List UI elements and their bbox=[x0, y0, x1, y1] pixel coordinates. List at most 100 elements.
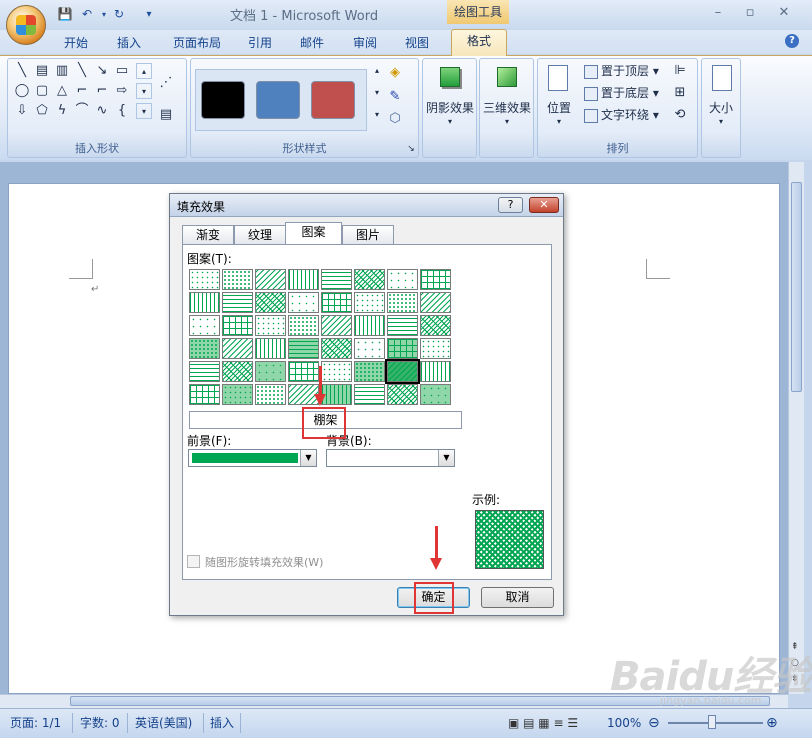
bring-to-front-button[interactable]: 置于顶层 bbox=[601, 64, 649, 78]
tab-picture[interactable]: 图片 bbox=[342, 225, 394, 244]
scroll-up-icon[interactable]: ▴ bbox=[136, 63, 152, 79]
pattern-swatch[interactable] bbox=[255, 315, 286, 336]
cancel-button[interactable]: 取消 bbox=[481, 587, 554, 608]
tab-pattern[interactable]: 图案 bbox=[285, 222, 342, 244]
pattern-swatch[interactable] bbox=[420, 292, 451, 313]
pattern-swatch[interactable] bbox=[255, 269, 286, 290]
position-dropdown-icon[interactable]: ▾ bbox=[540, 117, 578, 126]
pattern-swatch[interactable] bbox=[420, 269, 451, 290]
rounded-rect-icon[interactable]: ▢ bbox=[34, 83, 50, 99]
pattern-swatch[interactable] bbox=[255, 338, 286, 359]
brace-icon[interactable]: { bbox=[114, 103, 130, 119]
redo-icon[interactable]: ↻ bbox=[110, 5, 128, 23]
shape-outline-icon[interactable]: ✎ bbox=[387, 89, 403, 105]
pattern-swatch[interactable] bbox=[354, 269, 385, 290]
pattern-swatch[interactable] bbox=[222, 269, 253, 290]
pattern-swatch[interactable] bbox=[255, 384, 286, 405]
view-buttons[interactable]: ▣ ▤ ▦ ≡ ☰ bbox=[508, 714, 598, 732]
tab-page-layout[interactable]: 页面布局 bbox=[165, 32, 229, 54]
size-dropdown-icon[interactable]: ▾ bbox=[702, 117, 740, 126]
pattern-swatch[interactable] bbox=[288, 269, 319, 290]
pattern-swatch[interactable] bbox=[354, 361, 385, 382]
rotate-checkbox[interactable] bbox=[187, 555, 200, 568]
pattern-swatch[interactable] bbox=[222, 361, 253, 382]
curve-icon[interactable]: ⌒ bbox=[74, 103, 90, 119]
pattern-swatch[interactable] bbox=[222, 315, 253, 336]
3d-effects-button[interactable]: 三维效果 bbox=[482, 99, 532, 116]
undo-icon[interactable]: ↶ bbox=[78, 5, 96, 23]
tab-insert[interactable]: 插入 bbox=[109, 32, 149, 54]
3d-dropdown-icon[interactable]: ▾ bbox=[482, 117, 532, 126]
pattern-swatch[interactable] bbox=[189, 361, 220, 382]
pattern-swatch[interactable] bbox=[189, 384, 220, 405]
pattern-swatch[interactable] bbox=[354, 315, 385, 336]
change-shape-icon[interactable]: ⬡ bbox=[387, 111, 403, 127]
zoom-out-icon[interactable]: ⊖ bbox=[648, 714, 660, 732]
customize-qat-icon[interactable]: ▾ bbox=[140, 5, 158, 23]
gallery-more-icon[interactable]: ▾ bbox=[369, 107, 385, 123]
gallery-down-icon[interactable]: ▾ bbox=[369, 85, 385, 101]
pattern-swatch[interactable] bbox=[288, 361, 319, 382]
elbow-arrow-icon[interactable]: ⌐ bbox=[94, 83, 110, 99]
pattern-swatch[interactable] bbox=[420, 338, 451, 359]
vertical-textbox-icon[interactable]: ▥ bbox=[54, 63, 70, 79]
group-icon[interactable]: ⊞ bbox=[672, 85, 688, 101]
text-wrap-button[interactable]: 文字环绕 bbox=[601, 108, 649, 122]
maximize-button[interactable]: ▫ bbox=[742, 6, 758, 20]
pattern-swatch[interactable] bbox=[189, 315, 220, 336]
pattern-swatch[interactable] bbox=[387, 384, 418, 405]
pattern-swatch[interactable] bbox=[420, 315, 451, 336]
pattern-swatch[interactable] bbox=[321, 292, 352, 313]
pattern-swatch[interactable] bbox=[288, 338, 319, 359]
pattern-swatch[interactable] bbox=[321, 361, 352, 382]
pattern-swatch[interactable] bbox=[387, 338, 418, 359]
status-insert-mode[interactable]: 插入 bbox=[210, 714, 234, 732]
dialog-help-button[interactable]: ? bbox=[498, 197, 523, 213]
tab-review[interactable]: 审阅 bbox=[345, 32, 385, 54]
pattern-swatch[interactable] bbox=[189, 292, 220, 313]
status-word-count[interactable]: 字数: 0 bbox=[80, 714, 120, 732]
pattern-swatch[interactable] bbox=[255, 292, 286, 313]
more-shapes-icon[interactable]: ▾ bbox=[136, 103, 152, 119]
pattern-swatch[interactable] bbox=[387, 315, 418, 336]
shape-fill-icon[interactable]: ◈ bbox=[387, 65, 403, 81]
align-icon[interactable]: ⊫ bbox=[672, 63, 688, 79]
lightning-icon[interactable]: ϟ bbox=[54, 103, 70, 119]
status-language[interactable]: 英语(美国) bbox=[135, 714, 192, 732]
style-swatch-black[interactable] bbox=[201, 81, 245, 119]
position-button[interactable]: 位置 bbox=[540, 99, 578, 116]
office-button[interactable] bbox=[6, 5, 46, 45]
pattern-swatch[interactable] bbox=[387, 269, 418, 290]
pattern-swatch[interactable] bbox=[222, 292, 253, 313]
elbow-connector-icon[interactable]: ⌐ bbox=[74, 83, 90, 99]
zoom-in-icon[interactable]: ⊕ bbox=[766, 714, 778, 732]
shadow-dropdown-icon[interactable]: ▾ bbox=[425, 117, 475, 126]
tab-references[interactable]: 引用 bbox=[240, 32, 280, 54]
down-arrow-icon[interactable]: ⇩ bbox=[14, 103, 30, 119]
edit-shape-icon[interactable]: ⋰ bbox=[158, 75, 174, 91]
status-page[interactable]: 页面: 1/1 bbox=[10, 714, 61, 732]
pentagon-icon[interactable]: ⬠ bbox=[34, 103, 50, 119]
textbox-icon[interactable]: ▤ bbox=[34, 63, 50, 79]
send-to-back-button[interactable]: 置于底层 bbox=[601, 86, 649, 100]
pattern-swatch[interactable] bbox=[189, 338, 220, 359]
tab-home[interactable]: 开始 bbox=[56, 32, 96, 54]
pattern-swatch[interactable] bbox=[321, 269, 352, 290]
background-dropdown-icon[interactable]: ▼ bbox=[438, 450, 454, 466]
pattern-swatch[interactable] bbox=[321, 338, 352, 359]
pattern-swatch[interactable] bbox=[420, 361, 451, 382]
background-color-select[interactable]: ▼ bbox=[326, 449, 455, 467]
line-icon[interactable]: ╲ bbox=[14, 63, 30, 79]
pattern-swatch[interactable] bbox=[288, 315, 319, 336]
close-button[interactable]: ✕ bbox=[776, 6, 792, 20]
zoom-slider-thumb[interactable] bbox=[708, 715, 716, 729]
tab-texture[interactable]: 纹理 bbox=[234, 225, 286, 244]
gallery-up-icon[interactable]: ▴ bbox=[369, 63, 385, 79]
pattern-swatch[interactable] bbox=[321, 315, 352, 336]
pattern-swatch[interactable] bbox=[288, 292, 319, 313]
foreground-dropdown-icon[interactable]: ▼ bbox=[300, 450, 316, 466]
minimize-button[interactable]: – bbox=[710, 6, 726, 20]
pattern-swatch[interactable] bbox=[255, 361, 286, 382]
pattern-swatch[interactable] bbox=[222, 384, 253, 405]
zoom-level[interactable]: 100% bbox=[607, 714, 641, 732]
